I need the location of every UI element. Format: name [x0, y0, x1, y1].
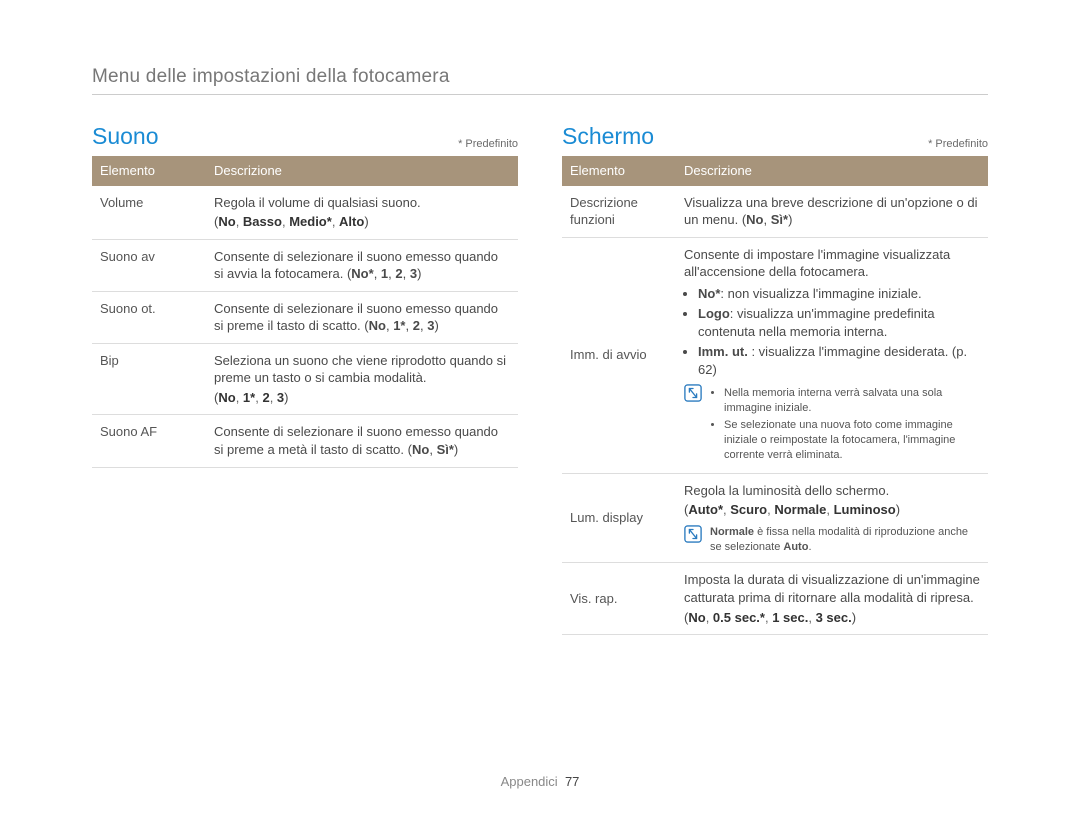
row-description: Regola il volume di qualsiasi suono. (No… — [206, 186, 518, 240]
row-description: Consente di selezionare il suono emesso … — [206, 239, 518, 291]
list-item: Se selezionate una nuova foto come immag… — [724, 418, 980, 463]
left-column: Suono * Predefinito Elemento Descrizione… — [92, 123, 518, 635]
option-list: No*: non visualizza l'immagine iniziale.… — [684, 285, 980, 379]
col-header-description: Descrizione — [676, 156, 988, 186]
row-element: Descrizione funzioni — [562, 186, 676, 238]
row-text: Consente di impostare l'immagine visuali… — [684, 246, 980, 281]
row-options: (Auto*, Scuro, Normale, Luminoso) — [684, 501, 980, 519]
note-box: Normale è fissa nella modalità di riprod… — [684, 525, 980, 555]
col-header-element: Elemento — [92, 156, 206, 186]
row-description: Consente di selezionare il suono emesso … — [206, 415, 518, 467]
row-element: Suono ot. — [92, 291, 206, 343]
section-title-suono: Suono — [92, 123, 159, 150]
table-row: Lum. display Regola la luminosità dello … — [562, 473, 988, 563]
row-element: Imm. di avvio — [562, 237, 676, 473]
default-note: * Predefinito — [928, 138, 988, 150]
table-row: Vis. rap. Imposta la durata di visualizz… — [562, 563, 988, 635]
default-note: * Predefinito — [458, 138, 518, 150]
note-icon — [684, 384, 702, 402]
row-description: Consente di impostare l'immagine visuali… — [676, 237, 988, 473]
row-element: Vis. rap. — [562, 563, 676, 635]
note-body: Normale è fissa nella modalità di riprod… — [710, 525, 980, 555]
note-body: Nella memoria interna verrà salvata una … — [710, 384, 980, 464]
settings-table-schermo: Elemento Descrizione Descrizione funzion… — [562, 156, 988, 635]
note-box: Nella memoria interna verrà salvata una … — [684, 384, 980, 464]
row-description: Imposta la durata di visualizzazione di … — [676, 563, 988, 635]
row-description: Consente di selezionare il suono emesso … — [206, 291, 518, 343]
row-text: Seleziona un suono che viene riprodotto … — [214, 353, 506, 386]
settings-table-suono: Elemento Descrizione Volume Regola il vo… — [92, 156, 518, 468]
col-header-description: Descrizione — [206, 156, 518, 186]
table-row: Suono ot. Consente di selezionare il suo… — [92, 291, 518, 343]
row-text: Regola la luminosità dello schermo. — [684, 482, 980, 500]
row-options: (No, Basso, Medio*, Alto) — [214, 213, 510, 231]
section-header-schermo: Schermo * Predefinito — [562, 123, 988, 150]
row-text: Regola il volume di qualsiasi suono. — [214, 195, 421, 210]
row-element: Suono AF — [92, 415, 206, 467]
table-row: Volume Regola il volume di qualsiasi suo… — [92, 186, 518, 240]
row-element: Volume — [92, 186, 206, 240]
list-item: No*: non visualizza l'immagine iniziale. — [698, 285, 980, 303]
row-text: Visualizza una breve descrizione di un'o… — [684, 195, 977, 228]
row-element: Bip — [92, 343, 206, 415]
list-item: Nella memoria interna verrà salvata una … — [724, 386, 980, 416]
columns: Suono * Predefinito Elemento Descrizione… — [92, 123, 988, 635]
note-icon — [684, 525, 702, 543]
table-row: Suono av Consente di selezionare il suon… — [92, 239, 518, 291]
footer-section: Appendici — [501, 774, 558, 789]
table-row: Descrizione funzioni Visualizza una brev… — [562, 186, 988, 238]
row-options: (No, 1*, 2, 3) — [214, 389, 510, 407]
document-page: Menu delle impostazioni della fotocamera… — [0, 0, 1080, 815]
page-number: 77 — [565, 774, 579, 789]
row-options: (No, 0.5 sec.*, 1 sec., 3 sec.) — [684, 609, 980, 627]
row-description: Seleziona un suono che viene riprodotto … — [206, 343, 518, 415]
table-row: Suono AF Consente di selezionare il suon… — [92, 415, 518, 467]
list-item: Logo: visualizza un'immagine predefinita… — [698, 305, 980, 340]
row-text: Consente di selezionare il suono emesso … — [214, 424, 498, 457]
right-column: Schermo * Predefinito Elemento Descrizio… — [562, 123, 988, 635]
list-item: Imm. ut. : visualizza l'immagine desider… — [698, 343, 980, 378]
col-header-element: Elemento — [562, 156, 676, 186]
page-title: Menu delle impostazioni della fotocamera — [92, 66, 988, 95]
row-element: Suono av — [92, 239, 206, 291]
row-element: Lum. display — [562, 473, 676, 563]
section-header-suono: Suono * Predefinito — [92, 123, 518, 150]
row-text: Imposta la durata di visualizzazione di … — [684, 571, 980, 606]
row-description: Visualizza una breve descrizione di un'o… — [676, 186, 988, 238]
row-text: Consente di selezionare il suono emesso … — [214, 301, 498, 334]
section-title-schermo: Schermo — [562, 123, 654, 150]
table-row: Imm. di avvio Consente di impostare l'im… — [562, 237, 988, 473]
footer: Appendici 77 — [0, 774, 1080, 789]
table-row: Bip Seleziona un suono che viene riprodo… — [92, 343, 518, 415]
row-description: Regola la luminosità dello schermo. (Aut… — [676, 473, 988, 563]
